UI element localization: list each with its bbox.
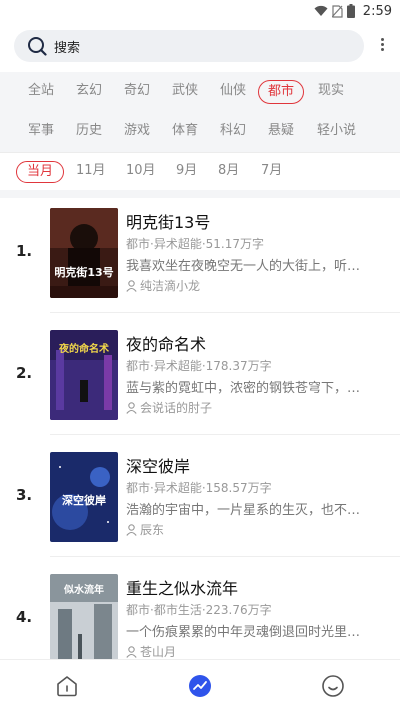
book-list-item[interactable]: 2. 夜的命名术 夜的命名术 都市·异术超能·178.37万字 蓝与紫的霓虹中，…: [0, 322, 400, 444]
wifi-icon: [314, 5, 328, 16]
author-name: 辰东: [140, 523, 165, 537]
book-author: 纯洁滴小龙: [126, 277, 200, 294]
search-row: 搜索: [14, 30, 386, 62]
book-cover[interactable]: 似水流年: [50, 574, 118, 664]
category-item[interactable]: 游戏: [124, 120, 150, 144]
cover-title-text: 夜的命名术: [58, 342, 109, 355]
category-item[interactable]: 玄幻: [76, 80, 102, 104]
category-item[interactable]: 体育: [172, 120, 198, 144]
book-description: 蓝与紫的霓虹中，浓密的钢铁苍穹下，…: [126, 381, 361, 396]
month-tabs: 当月 11月 10月 9月 8月 7月: [0, 152, 400, 190]
author-name: 纯洁滴小龙: [140, 279, 201, 293]
category-item[interactable]: 武侠: [172, 80, 198, 104]
divider: [50, 434, 400, 435]
book-description: 一个伤痕累累的中年灵魂倒退回时光里…: [126, 625, 361, 640]
tab-month[interactable]: 10月: [126, 161, 156, 183]
bottom-navigation: [0, 659, 400, 711]
search-bar[interactable]: 搜索: [14, 30, 364, 62]
book-meta: 都市·异术超能·51.17万字: [126, 237, 264, 251]
rank-number: 2.: [16, 364, 33, 382]
book-title[interactable]: 明克街13号: [126, 209, 210, 233]
category-item[interactable]: 轻小说: [317, 120, 356, 144]
person-icon: [126, 524, 137, 536]
trending-icon[interactable]: [188, 674, 212, 698]
category-row-1: 全站 玄幻 奇幻 武侠 仙侠 都市 现实: [0, 80, 400, 104]
category-item[interactable]: 悬疑: [268, 120, 294, 144]
book-meta: 都市·异术超能·158.57万字: [126, 481, 272, 495]
person-icon: [126, 280, 137, 292]
book-description: 浩瀚的宇宙中，一片星系的生灭，也不…: [126, 503, 361, 518]
category-item[interactable]: 全站: [28, 80, 54, 104]
battery-icon: [347, 4, 355, 18]
book-author: 辰东: [126, 521, 164, 538]
cover-title-text: 似水流年: [63, 583, 104, 596]
no-sim-icon: [332, 5, 343, 18]
status-clock: 2:59: [362, 4, 392, 19]
search-placeholder: 搜索: [54, 41, 81, 56]
book-title[interactable]: 夜的命名术: [126, 331, 206, 355]
divider: [50, 312, 400, 313]
smiley-icon[interactable]: [321, 674, 345, 698]
book-cover[interactable]: 夜的命名术: [50, 330, 118, 420]
book-author: 苍山月: [126, 643, 176, 660]
category-item[interactable]: 军事: [28, 120, 54, 144]
home-icon[interactable]: [55, 674, 79, 698]
status-bar: 2:59: [0, 0, 400, 24]
category-item-active[interactable]: 都市: [258, 80, 305, 104]
tab-month[interactable]: 7月: [261, 161, 282, 183]
category-item[interactable]: 仙侠: [220, 80, 246, 104]
book-list-item[interactable]: 1. 明克街13号 明克街13号 都市·异术超能·51.17万字 我喜欢坐在夜晚…: [0, 200, 400, 322]
category-item[interactable]: 奇幻: [124, 80, 150, 104]
cover-title-text: 深空彼岸: [62, 493, 106, 507]
book-author: 会说话的肘子: [126, 399, 212, 416]
divider: [50, 556, 400, 557]
book-description: 我喜欢坐在夜晚空无一人的大街上，听…: [126, 259, 361, 274]
person-icon: [126, 646, 137, 658]
tab-month[interactable]: 11月: [76, 161, 106, 183]
rank-number: 4.: [16, 608, 33, 626]
category-item[interactable]: 科幻: [220, 120, 246, 144]
search-icon: [28, 37, 47, 56]
category-row-2: 军事 历史 游戏 体育 科幻 悬疑 轻小说: [0, 120, 400, 144]
person-icon: [126, 402, 137, 414]
tab-month-current[interactable]: 当月: [16, 161, 65, 183]
cover-title-text: 明克街13号: [54, 265, 113, 279]
category-item[interactable]: 现实: [318, 80, 344, 104]
category-item[interactable]: 历史: [76, 120, 102, 144]
author-name: 苍山月: [140, 645, 177, 659]
book-title[interactable]: 深空彼岸: [126, 453, 190, 477]
book-title[interactable]: 重生之似水流年: [126, 575, 238, 599]
book-cover[interactable]: 深空彼岸: [50, 452, 118, 542]
book-list-item[interactable]: 3. 深空彼岸 深空彼岸 都市·异术超能·158.57万字 浩瀚的宇宙中，一片星…: [0, 444, 400, 566]
more-vertical-icon[interactable]: [378, 38, 386, 54]
rank-number: 3.: [16, 486, 33, 504]
book-meta: 都市·都市生活·223.76万字: [126, 603, 272, 617]
author-name: 会说话的肘子: [140, 401, 213, 415]
book-cover[interactable]: 明克街13号: [50, 208, 118, 298]
tab-month[interactable]: 9月: [176, 161, 197, 183]
rank-number: 1.: [16, 242, 33, 260]
book-meta: 都市·异术超能·178.37万字: [126, 359, 272, 373]
tab-month[interactable]: 8月: [218, 161, 239, 183]
